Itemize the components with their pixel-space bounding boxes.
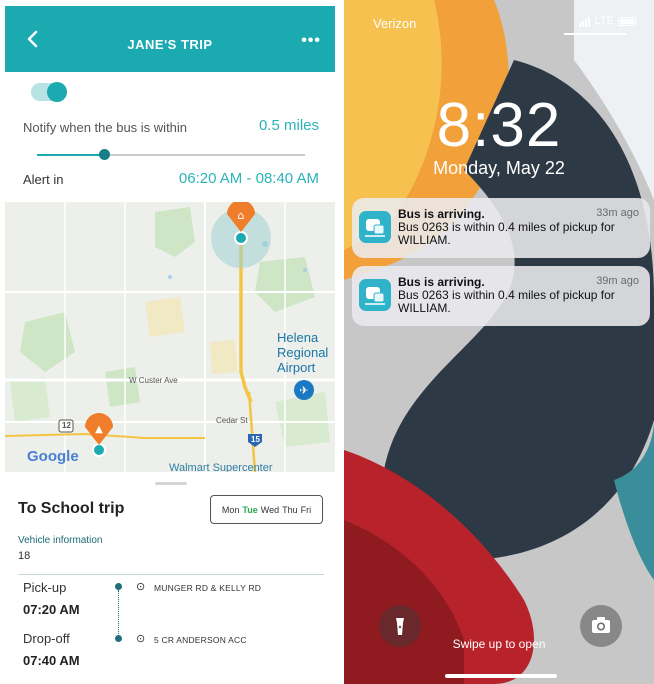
interstate-15-shield: 15 xyxy=(251,435,260,444)
svg-text:✈: ✈ xyxy=(299,384,308,397)
day-thu[interactable]: Thu xyxy=(282,505,298,515)
pickup-time: 07:20 AM xyxy=(23,602,80,617)
notification-time: 39m ago xyxy=(596,275,639,287)
alert-time-range[interactable]: 06:20 AM - 08:40 AM xyxy=(179,170,319,187)
slider-fill xyxy=(37,154,104,156)
battery-icon xyxy=(618,16,636,26)
notification-body: Bus 0263 is within 0.4 miles of pickup f… xyxy=(398,288,615,315)
slider-thumb[interactable] xyxy=(99,149,110,160)
distance-slider[interactable] xyxy=(37,149,305,160)
home-indicator[interactable] xyxy=(445,674,557,678)
notification-card[interactable]: Bus is arriving. 39m ago Bus 0263 is wit… xyxy=(352,266,650,326)
trip-title: To School trip xyxy=(18,500,125,517)
route-connector-line xyxy=(118,590,119,638)
lock-screen: Verizon LTE 8:32 Monday, May 22 Bus is a… xyxy=(344,0,654,684)
day-wed[interactable]: Wed xyxy=(261,505,279,515)
airport-label: Helena Regional Airport xyxy=(277,330,328,375)
sheet-drag-handle[interactable] xyxy=(155,482,187,485)
swipe-up-hint: Swipe up to open xyxy=(452,637,546,651)
pickup-dot xyxy=(115,583,122,590)
pickup-address[interactable]: MUNGER RD & KELLY RD xyxy=(154,583,261,593)
vehicle-info-label: Vehicle information xyxy=(18,535,103,546)
location-pin-icon: ⊙ xyxy=(136,633,146,645)
lock-date: Monday, May 22 xyxy=(433,158,565,178)
status-bar: LTE xyxy=(578,15,636,27)
dropoff-label: Drop-off xyxy=(23,631,70,646)
signal-bars-icon xyxy=(578,15,591,27)
app-header: JANE'S TRIP ••• xyxy=(5,6,335,72)
notify-toggle[interactable] xyxy=(31,82,67,102)
day-mon[interactable]: Mon xyxy=(222,505,240,515)
day-fri[interactable]: Fri xyxy=(301,505,312,515)
airport-label-line: Helena xyxy=(277,330,319,345)
notification-card[interactable]: Bus is arriving. 33m ago Bus 0263 is wit… xyxy=(352,198,650,258)
lock-clock: 8:32 xyxy=(436,91,562,160)
days-selector[interactable]: Mon Tue Wed Thu Fri xyxy=(210,495,323,524)
google-logo: Google xyxy=(27,448,79,465)
dropoff-time: 07:40 AM xyxy=(23,653,80,668)
svg-text:▲: ▲ xyxy=(95,424,103,435)
app-icon xyxy=(359,279,391,311)
app-icon xyxy=(359,211,391,243)
toggle-knob xyxy=(47,82,67,102)
trip-sheet: To School trip Mon Tue Wed Thu Fri Vehic… xyxy=(5,472,335,684)
airport-label-line: Regional xyxy=(277,345,329,360)
notification-title: Bus is arriving. xyxy=(398,207,485,221)
route-map[interactable]: ⌂ ▲ ✈ W Custer Ave Cedar St 12 15 Helena… xyxy=(5,202,335,472)
more-options-button[interactable]: ••• xyxy=(301,33,321,49)
network-type: LTE xyxy=(594,15,614,27)
dropoff-address[interactable]: 5 CR ANDERSON ACC xyxy=(154,635,247,645)
carrier-name: Verizon xyxy=(373,16,417,31)
map-poi-label: Walmart Supercenter xyxy=(169,462,273,472)
bus-app-icon xyxy=(365,219,385,237)
bus-app-icon xyxy=(365,287,385,305)
map-street-label: Cedar St xyxy=(216,416,248,425)
svg-text:⌂: ⌂ xyxy=(238,209,245,222)
airport-label-line: Airport xyxy=(277,360,316,375)
notification-time: 33m ago xyxy=(596,207,639,219)
app-screen: JANE'S TRIP ••• Notify when the bus is w… xyxy=(5,6,335,684)
alert-label: Alert in xyxy=(23,172,64,187)
map-street-label: W Custer Ave xyxy=(129,376,178,385)
dropoff-dot xyxy=(115,635,122,642)
route-12-shield: 12 xyxy=(62,421,71,430)
notify-label: Notify when the bus is within xyxy=(23,120,188,135)
notification-title: Bus is arriving. xyxy=(398,275,485,289)
notify-distance-value: 0.5 miles xyxy=(258,117,319,134)
page-title: JANE'S TRIP xyxy=(127,37,213,52)
vehicle-number: 18 xyxy=(18,550,31,562)
status-underline xyxy=(564,33,626,35)
divider xyxy=(18,574,324,575)
location-pin-icon: ⊙ xyxy=(136,581,146,593)
pickup-label: Pick-up xyxy=(23,580,67,595)
day-tue[interactable]: Tue xyxy=(242,505,257,515)
notification-body: Bus 0263 is within 0.4 miles of pickup f… xyxy=(398,220,615,247)
